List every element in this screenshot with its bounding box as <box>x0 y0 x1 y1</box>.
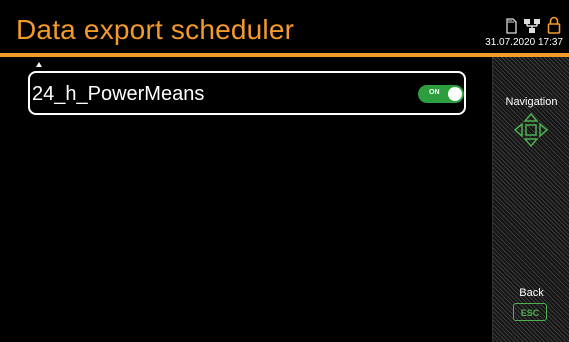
back-label: Back <box>519 287 544 299</box>
list-item-label: 24_h_PowerMeans <box>32 83 205 105</box>
sd-card-icon <box>505 18 517 34</box>
main-content: 24_h_PowerMeans ON <box>0 57 492 342</box>
datetime: 31.07.2020 17:37 <box>485 37 563 48</box>
network-icon <box>523 18 541 34</box>
scroll-up-icon <box>36 62 42 67</box>
list-item[interactable]: 24_h_PowerMeans ON <box>28 71 466 115</box>
header: Data export scheduler 31.07.2020 17:37 <box>0 0 569 54</box>
toggle-switch[interactable]: ON <box>418 85 464 103</box>
status-icons <box>505 16 561 34</box>
toggle-knob <box>448 87 462 101</box>
toggle-state: ON <box>429 89 440 96</box>
lock-icon <box>547 16 561 34</box>
sidebar: Navigation Back ESC <box>492 57 569 342</box>
dpad-icon[interactable] <box>513 112 549 152</box>
navigation-label: Navigation <box>505 96 558 108</box>
esc-button[interactable]: ESC <box>513 303 547 321</box>
page-title: Data export scheduler <box>16 14 295 45</box>
